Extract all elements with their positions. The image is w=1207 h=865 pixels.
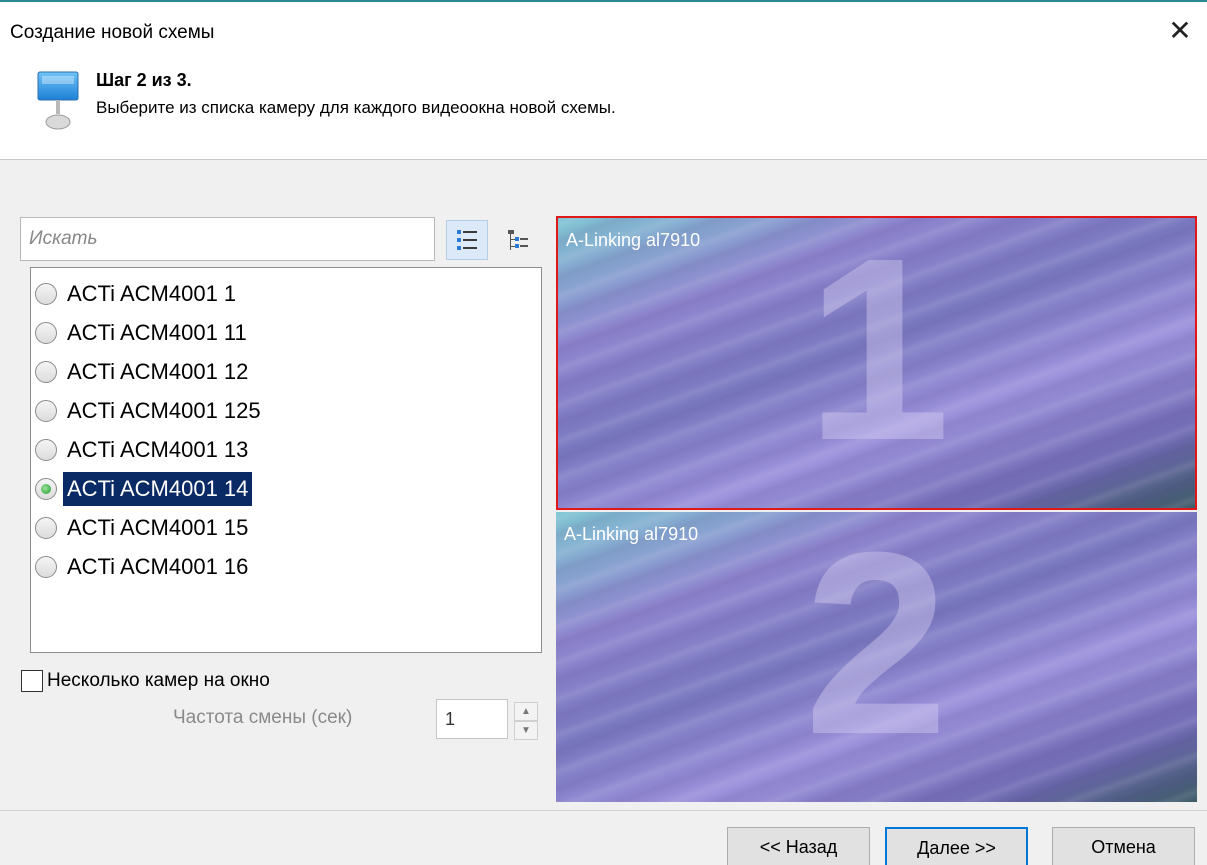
camera-label: ACTi ACM4001 15 <box>67 514 249 540</box>
spin-down-icon[interactable]: ▼ <box>514 721 538 740</box>
camera-list-item[interactable]: ACTi ACM4001 11 <box>31 313 541 352</box>
wizard-dialog: Создание новой схемы ✕ Шаг 2 из 3. Выбер… <box>0 0 1207 865</box>
window-camera-label: A-Linking al7910 <box>566 230 701 250</box>
monitor-icon <box>37 71 79 130</box>
camera-radio[interactable] <box>35 438 57 461</box>
spin-up-icon[interactable]: ▲ <box>514 702 538 721</box>
camera-radio[interactable] <box>35 477 57 500</box>
next-button[interactable]: Далее >> <box>885 827 1028 865</box>
camera-radio[interactable] <box>35 321 57 344</box>
step-title: Шаг 2 из 3. <box>96 70 192 90</box>
step-description: Выберите из списка камеру для каждого ви… <box>96 98 616 117</box>
search-input[interactable] <box>20 217 435 261</box>
dialog-title: Создание новой схемы <box>10 22 215 43</box>
multi-camera-label: Несколько камер на окно <box>47 670 270 691</box>
camera-list[interactable]: ACTi ACM4001 1 ACTi ACM4001 11 ACTi ACM400… <box>30 267 542 653</box>
camera-radio[interactable] <box>35 360 57 383</box>
camera-list-item[interactable]: ACTi ACM4001 14 <box>31 469 541 508</box>
camera-label: ACTi ACM4001 11 <box>67 319 247 345</box>
list-view-button[interactable] <box>446 220 488 260</box>
camera-radio[interactable] <box>35 516 57 539</box>
frequency-input[interactable]: 1 <box>436 699 508 739</box>
button-bar: << Назад Далее >> Отмена <box>0 810 1207 865</box>
camera-list-item[interactable]: ACTi ACM4001 13 <box>31 430 541 469</box>
camera-list-item[interactable]: ACTi ACM4001 15 <box>31 508 541 547</box>
camera-list-item[interactable]: ACTi ACM4001 125 <box>31 391 541 430</box>
close-icon[interactable]: ✕ <box>1163 14 1197 48</box>
camera-label: ACTi ACM4001 1 <box>67 280 237 306</box>
camera-label: ACTi ACM4001 12 <box>67 358 249 384</box>
camera-label: ACTi ACM4001 13 <box>67 436 249 462</box>
camera-list-item[interactable]: ACTi ACM4001 12 <box>31 352 541 391</box>
camera-radio[interactable] <box>35 282 57 305</box>
cancel-button[interactable]: Отмена <box>1052 827 1195 865</box>
video-window-2[interactable]: 2 A-Linking al7910 <box>556 512 1197 802</box>
camera-list-item[interactable]: ACTi ACM4001 16 <box>31 547 541 586</box>
layout-preview: 1 A-Linking al7910 2 A-Linking al7910 <box>556 216 1197 802</box>
multi-camera-checkbox[interactable]: Несколько камер на окно <box>21 670 270 692</box>
camera-label: ACTi ACM4001 16 <box>67 553 249 579</box>
window-number: 2 <box>804 512 949 789</box>
camera-radio[interactable] <box>35 399 57 422</box>
tree-view-icon <box>508 230 528 250</box>
camera-radio[interactable] <box>35 555 57 578</box>
wizard-header: Шаг 2 из 3. Выберите из списка камеру дл… <box>0 60 1207 160</box>
checkbox-box[interactable] <box>21 670 43 692</box>
back-button[interactable]: << Назад <box>727 827 870 865</box>
window-number: 1 <box>806 216 951 495</box>
video-window-1[interactable]: 1 A-Linking al7910 <box>556 216 1197 510</box>
window-camera-label: A-Linking al7910 <box>564 524 699 544</box>
tree-view-button[interactable] <box>498 220 538 260</box>
camera-label: ACTi ACM4001 125 <box>67 397 261 423</box>
title-bar: Создание новой схемы ✕ <box>0 2 1207 60</box>
list-view-icon <box>457 230 477 250</box>
frequency-label: Частота смены (сек) <box>173 707 353 728</box>
camera-label: ACTi ACM4001 14 <box>63 471 253 506</box>
camera-list-item[interactable]: ACTi ACM4001 1 <box>31 274 541 313</box>
